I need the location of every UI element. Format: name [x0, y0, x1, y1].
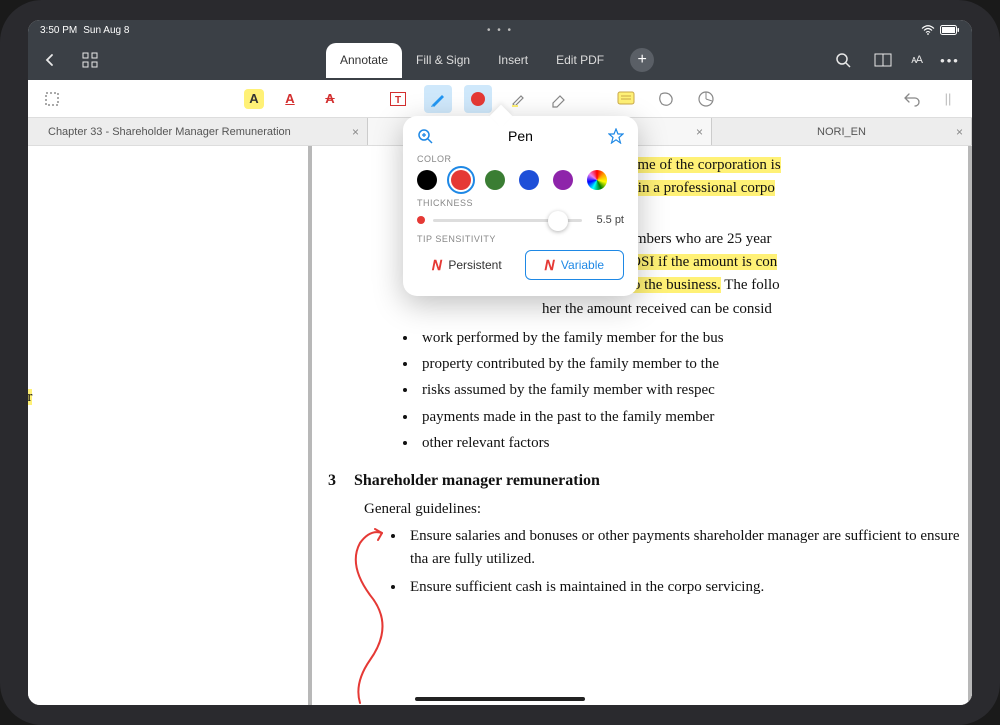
apps-grid-icon[interactable] — [78, 48, 102, 72]
close-icon[interactable]: × — [956, 125, 963, 139]
color-swatch-green[interactable] — [485, 170, 505, 190]
list-item: risks assumed by the family member with … — [418, 379, 968, 402]
text-line: mily member — [28, 389, 32, 405]
list-item: payments made in the past to the family … — [418, 406, 968, 429]
tab-edit-pdf[interactable]: Edit PDF — [542, 43, 618, 77]
home-indicator[interactable] — [415, 697, 585, 701]
button-label: Persistent — [448, 258, 501, 272]
battery-icon — [940, 25, 960, 35]
underline-text-icon[interactable]: A — [276, 85, 304, 113]
color-label: COLOR — [417, 154, 624, 164]
pen-tool-icon[interactable] — [424, 85, 452, 113]
more-icon[interactable]: ••• — [938, 48, 962, 72]
sensitivity-label: TIP SENSITIVITY — [417, 234, 624, 244]
app-bar: Annotate Fill & Sign Insert Edit PDF + ᴀ… — [28, 40, 972, 80]
sensitivity-persistent-button[interactable]: 𝘕 Persistent — [417, 250, 517, 280]
doc-pane-left[interactable]: bers. sion- a dividend the articles ed b… — [28, 146, 308, 705]
list-item: work performed by the family member for … — [418, 327, 968, 350]
text-line: sion- — [28, 181, 304, 204]
color-swatch-blue[interactable] — [519, 170, 539, 190]
doc-tab-label: NORI_EN — [817, 126, 866, 138]
slider-thumb[interactable] — [548, 211, 568, 231]
pen-settings-popup: Pen COLOR THICKNESS 5.5 pt — [403, 116, 638, 296]
eraser-tool-icon[interactable] — [544, 85, 572, 113]
text-line: who has no — [28, 302, 304, 325]
text-line: bers. — [28, 158, 304, 181]
status-bar: 3:50 PM Sun Aug 8 • • • — [28, 20, 972, 40]
strikethrough-text-icon[interactable]: A — [316, 85, 344, 113]
text-size-icon[interactable]: ᴀA — [911, 48, 922, 72]
list-item: other relevant factors — [418, 432, 968, 455]
thickness-label: THICKNESS — [417, 198, 624, 208]
text-line: nt — [28, 554, 304, 577]
thickness-preview-icon — [417, 216, 425, 224]
doc-tab-right[interactable]: NORI_EN × — [712, 118, 972, 145]
text-line: be paid a — [28, 326, 304, 349]
button-label: Variable — [561, 258, 604, 272]
marker-tool-icon[interactable] — [504, 85, 532, 113]
sticky-note-icon[interactable] — [612, 85, 640, 113]
text-line: The follo — [721, 277, 780, 293]
back-button[interactable] — [38, 48, 62, 72]
list-item: Ensure sufficient cash is maintained in … — [406, 576, 968, 599]
tab-insert[interactable]: Insert — [484, 43, 542, 77]
section-number: 3 — [328, 469, 336, 494]
variable-glyph-icon: 𝘕 — [544, 257, 554, 274]
text-line: ber 2017 — [28, 484, 304, 507]
wifi-icon — [921, 25, 935, 35]
shape-circle-icon[interactable] — [692, 85, 720, 113]
close-icon[interactable]: × — [696, 125, 703, 139]
multitask-dots[interactable]: • • • — [487, 25, 513, 36]
text-line: e are a — [28, 507, 304, 530]
highlight-text-icon[interactable]: A — [244, 89, 264, 109]
undo-icon[interactable] — [898, 85, 926, 113]
sensitivity-variable-button[interactable]: 𝘕 Variable — [525, 250, 625, 280]
shape-blob-icon[interactable] — [652, 85, 680, 113]
text-line: ed by the — [28, 265, 304, 288]
svg-text:T: T — [395, 95, 401, 106]
text-box-icon[interactable]: T — [384, 85, 412, 113]
text-line: General guidelines: — [364, 498, 968, 521]
thickness-value: 5.5 pt — [590, 214, 624, 226]
doc-tab-left[interactable]: Chapter 33 - Shareholder Manager Remuner… — [28, 118, 368, 145]
status-date: Sun Aug 8 — [83, 25, 129, 36]
color-swatch-black[interactable] — [417, 170, 437, 190]
list-item: Ensure salaries and bonuses or other pay… — [406, 525, 968, 572]
popup-title: Pen — [508, 128, 533, 144]
text-line: s. The — [28, 530, 304, 553]
add-tab-button[interactable]: + — [630, 48, 654, 72]
color-swatch-purple[interactable] — [553, 170, 573, 190]
pen-color-indicator[interactable] — [464, 85, 492, 113]
selection-tool-icon[interactable] — [38, 85, 66, 113]
list-item: property contributed by the family membe… — [418, 353, 968, 376]
text-line: her the amount received can be consid — [542, 301, 772, 317]
doc-tab-label: Chapter 33 - Shareholder Manager Remuner… — [48, 126, 291, 138]
status-time: 3:50 PM — [40, 25, 77, 36]
close-icon[interactable]: × — [352, 125, 359, 139]
color-picker-icon[interactable] — [587, 170, 607, 190]
color-swatch-red[interactable] — [451, 170, 471, 190]
favorite-star-icon[interactable] — [608, 128, 624, 144]
tab-fill-sign[interactable]: Fill & Sign — [402, 43, 484, 77]
text-line: a dividend — [28, 219, 304, 242]
inspect-icon[interactable] — [417, 128, 433, 144]
persistent-glyph-icon: 𝘕 — [432, 257, 442, 274]
text-line: the articles — [28, 242, 304, 265]
book-view-icon[interactable] — [871, 48, 895, 72]
search-icon[interactable] — [831, 48, 855, 72]
divider-icon: || — [934, 85, 962, 113]
thickness-slider[interactable] — [433, 219, 582, 222]
section-title: Shareholder manager remuneration — [354, 469, 600, 494]
tab-annotate[interactable]: Annotate — [326, 43, 402, 78]
